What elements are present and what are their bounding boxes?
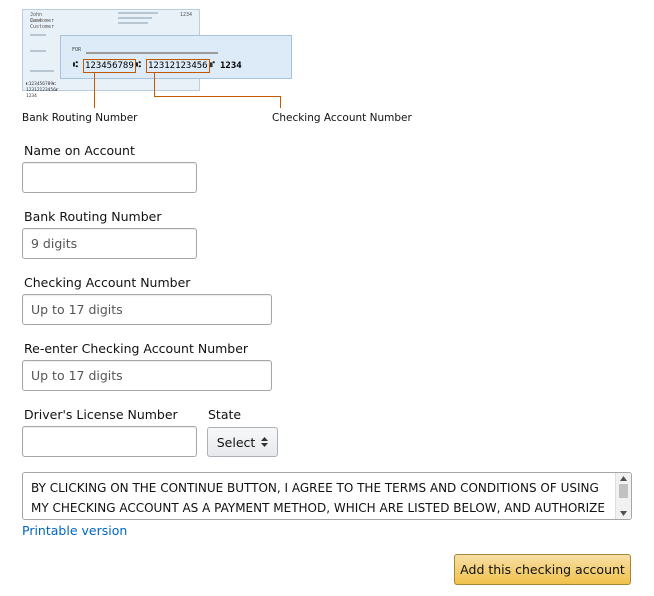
- terms-text: BY CLICKING ON THE CONTINUE BUTTON, I AG…: [31, 481, 605, 515]
- micr-transit-icon: ⑆: [73, 60, 78, 69]
- routing-number-input[interactable]: [22, 228, 197, 259]
- state-select[interactable]: Select: [207, 427, 278, 457]
- account-caption: Checking Account Number: [272, 112, 412, 124]
- scroll-down-icon[interactable]: [620, 511, 627, 516]
- drivers-license-input[interactable]: [22, 426, 197, 457]
- check-back-micr: ⑆123456789⑆ 12312123456⑈ 1234: [26, 82, 59, 99]
- scroll-up-icon[interactable]: [620, 476, 627, 481]
- printable-version-link[interactable]: Printable version: [22, 523, 127, 538]
- state-label: State: [208, 407, 242, 422]
- routing-number-label: Bank Routing Number: [24, 209, 162, 224]
- name-on-account-input[interactable]: [22, 162, 197, 193]
- add-checking-account-button[interactable]: Add this checking account: [454, 554, 631, 585]
- account-callout-line: [154, 96, 280, 97]
- reenter-account-input[interactable]: [22, 360, 272, 391]
- account-number-input[interactable]: [22, 294, 272, 325]
- check-number: 1234: [180, 12, 193, 18]
- check-number-micr: 1234: [220, 61, 242, 71]
- terms-scroll-thumb[interactable]: [619, 484, 628, 498]
- check-for-line: [86, 52, 218, 54]
- micr-onus-icon: ⑈: [210, 60, 215, 69]
- state-select-value: Select: [216, 434, 256, 450]
- account-callout-line: [154, 72, 155, 96]
- up-down-arrows-icon: [261, 435, 269, 450]
- check-name-line2: Jane Customer: [30, 18, 55, 30]
- routing-sample: 123456789: [83, 59, 136, 73]
- drivers-license-label: Driver's License Number: [24, 407, 178, 422]
- account-callout-line: [280, 96, 281, 108]
- terms-scrollbar[interactable]: [615, 473, 631, 519]
- terms-box[interactable]: BY CLICKING ON THE CONTINUE BUTTON, I AG…: [22, 472, 632, 520]
- account-sample: 12312123456: [146, 59, 210, 73]
- account-number-label: Checking Account Number: [24, 275, 191, 290]
- reenter-account-label: Re-enter Checking Account Number: [24, 341, 249, 356]
- name-on-account-label: Name on Account: [24, 143, 135, 158]
- routing-callout-line: [94, 72, 95, 108]
- micr-transit-icon: ⑆: [136, 60, 141, 69]
- routing-caption: Bank Routing Number: [22, 112, 138, 124]
- check-for-label: FOR: [72, 47, 82, 53]
